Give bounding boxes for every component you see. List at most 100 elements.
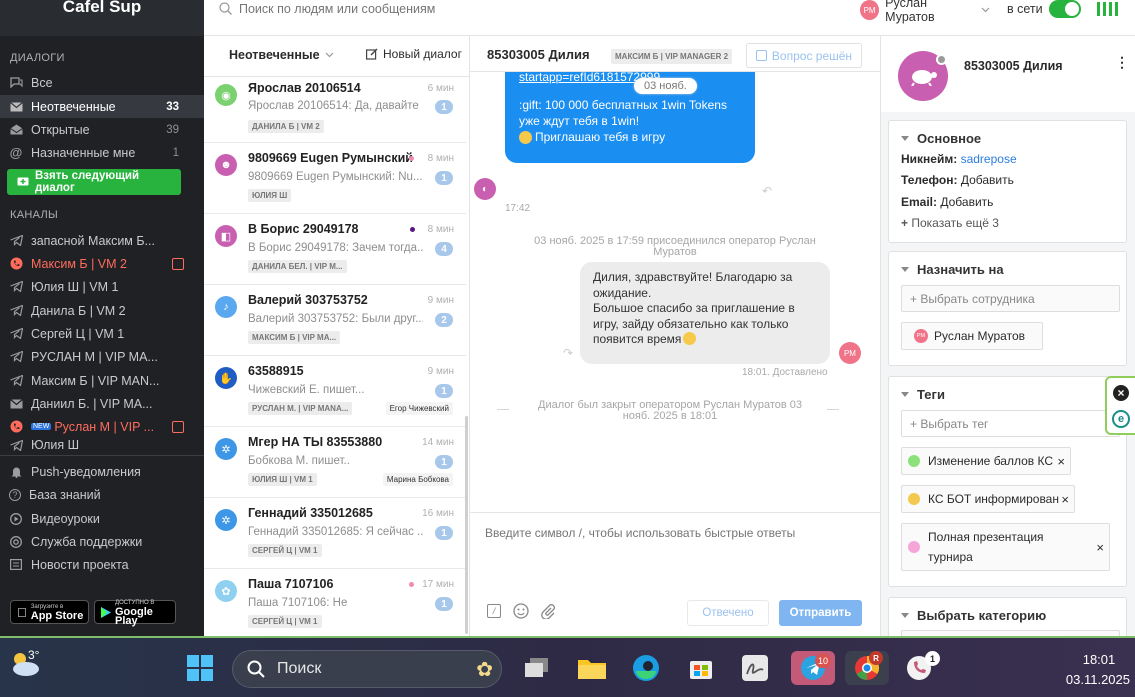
channel-item[interactable]: РУСЛАН М | VIP МА... [0, 345, 204, 368]
list-scrollbar[interactable] [465, 416, 468, 634]
dialog-item[interactable]: ✋ 63588915 9 мин Чижевский Е. пишет... 1… [204, 356, 466, 427]
store-icon[interactable] [684, 651, 718, 685]
avatar: ☻ [215, 154, 237, 176]
dialog-name: Ярослав 20106514 [248, 81, 361, 95]
dialog-item[interactable]: ◉ Ярослав 20106514 6 мин Ярослав 2010651… [204, 77, 466, 143]
channel-item[interactable]: Сергей Ц | VM 1 [0, 322, 204, 345]
nav-push[interactable]: Push-уведомления [0, 460, 204, 483]
tag-label: КС БОТ информирован [928, 492, 1059, 506]
channel-item[interactable]: Юлия Ш [0, 438, 204, 454]
phone-row: Телефон: Добавить [901, 173, 1014, 187]
start-icon[interactable] [183, 651, 217, 685]
channel-item[interactable]: Максим Б | VM 2 [0, 252, 204, 275]
avatar: ✲ [215, 438, 237, 460]
dialog-time: 8 мин [427, 224, 454, 235]
dialog-list-panel: Неотвеченные Новый диалог ◉ Ярослав 2010… [204, 36, 470, 636]
dialog-item[interactable]: ◧ В Борис 29049178 8 мин В Борис 2904917… [204, 214, 466, 285]
signature-app-icon[interactable] [738, 651, 772, 685]
close-icon[interactable]: × [1057, 454, 1065, 469]
email-row: Email: Добавить [901, 195, 993, 209]
dialog-item[interactable]: ✲ Мгер НА ТЫ 83553880 14 мин Бобкова М. … [204, 427, 466, 498]
channel-item[interactable]: NEW Руслан М | VIP ... [0, 415, 204, 438]
dot-icon [410, 227, 415, 232]
reply-icon[interactable]: ↷ [563, 346, 573, 360]
google-play-button[interactable]: ДОСТУПНО В Google Play [94, 600, 176, 626]
channel-item[interactable]: Даниил Б. | VIP МА... [0, 392, 204, 415]
tag-select[interactable]: + Выбрать тег [901, 410, 1120, 437]
dialog-item[interactable]: ✿ Паша 7107106 17 мин Паша 7107106: Не 1… [204, 569, 466, 636]
nav-unanswered[interactable]: Неотвеченные 33 [0, 95, 204, 118]
nav-videos[interactable]: Видеоуроки [0, 507, 204, 530]
nav-all[interactable]: Все [0, 71, 204, 94]
basic-title[interactable]: Основное [901, 131, 981, 146]
close-icon[interactable]: × [1113, 385, 1129, 401]
show-more-button[interactable]: + Показать ещё 3 [901, 216, 999, 230]
translate-icon[interactable]: e [1112, 410, 1130, 428]
task-view-icon[interactable] [520, 651, 554, 685]
channel-item[interactable]: Максим Б | VIP MAN... [0, 369, 204, 392]
assign-card: Назначить на + Выбрать сотрудника РМ Рус… [888, 251, 1127, 366]
dialog-name: В Борис 29049178 [248, 222, 359, 236]
dialog-item[interactable]: ✲ Геннадий 335012685 16 мин Геннадий 335… [204, 498, 466, 569]
dialog-preview: Геннадий 335012685: Я сейчас ... [248, 526, 423, 538]
clock-date[interactable]: 03.11.2025 [1040, 672, 1130, 687]
dialog-time: 14 мин [422, 437, 454, 448]
channel-label: Максим Б | VIP MAN... [31, 373, 160, 388]
dot-icon [409, 582, 414, 587]
file-explorer-icon[interactable] [575, 651, 609, 685]
system-closed: Диалог был закрыт оператором Руслан Мура… [538, 399, 802, 422]
reply-icon[interactable]: ↶ [762, 184, 772, 198]
nav-knowledge[interactable]: ? База знаний [0, 483, 204, 506]
message-link[interactable]: startapp=refId6181572999 [519, 72, 741, 85]
dialog-item[interactable]: ☻ 9809669 Eugen Румынский 8 мин 9809669 … [204, 143, 466, 214]
answered-button[interactable]: Отвечено [687, 600, 769, 626]
phone-add[interactable]: Добавить [961, 173, 1014, 187]
email-add[interactable]: Добавить [940, 195, 993, 209]
nav-news[interactable]: Новости проекта [0, 553, 204, 576]
resolve-button[interactable]: Вопрос решён [746, 43, 862, 68]
assignee-chip[interactable]: РМ Руслан Муратов [901, 322, 1043, 350]
channel-item[interactable]: Данила Б | VM 2 [0, 299, 204, 322]
send-button[interactable]: Отправить [779, 600, 862, 626]
expand-icon[interactable] [172, 420, 184, 433]
new-dialog-button[interactable]: Новый диалог [366, 47, 462, 61]
assign-select[interactable]: + Выбрать сотрудника [901, 285, 1120, 312]
app-store-button[interactable]:  Загрузите вApp Store [10, 600, 89, 624]
paperclip-icon[interactable] [540, 603, 556, 622]
online-toggle[interactable] [1049, 0, 1081, 18]
nav-open[interactable]: Открытые 39 [0, 118, 204, 141]
clock-time[interactable]: 18:01 [1069, 652, 1129, 667]
take-next-button[interactable]: Взять следующий диалог [7, 169, 181, 195]
expand-icon[interactable] [172, 257, 184, 270]
chat-header: 85303005 Дилия МАКСИМ Б | VIP MANAGER 2 … [470, 36, 880, 72]
channel-item[interactable]: запасной Максим Б... [0, 229, 204, 252]
assign-title[interactable]: Назначить на [901, 262, 1004, 277]
nav-count: 33 [166, 100, 179, 113]
appstore-label: App Store [21, 610, 84, 622]
nav-assigned[interactable]: @ Назначенные мне 1 [0, 141, 204, 164]
tag-chip: Полная презентация турнира × [901, 523, 1110, 571]
more-menu-icon[interactable]: ⋮ [1115, 55, 1129, 69]
smirk-emoji-icon [519, 130, 532, 144]
edge-icon[interactable] [629, 651, 663, 685]
category-title[interactable]: Выбрать категорию [901, 608, 1046, 623]
message-input[interactable] [485, 526, 865, 576]
channel-item[interactable]: Юлия Ш | VM 1 [0, 275, 204, 298]
close-icon[interactable]: × [1061, 492, 1069, 507]
emoji-icon[interactable] [513, 603, 529, 622]
taskbar-search[interactable]: Поиск ✿ [232, 650, 502, 688]
close-icon[interactable]: × [1096, 540, 1104, 555]
weather-widget[interactable]: 3° [8, 648, 44, 684]
nick-value[interactable]: sadrepose [961, 152, 1017, 166]
viber-badge: 1 [925, 651, 940, 666]
search-input[interactable] [239, 0, 619, 18]
channel-tag: СЕРГЕЙ Ц | VM 1 [248, 615, 322, 628]
telegram-icon [9, 327, 23, 341]
filter-dropdown[interactable]: Неотвеченные [229, 48, 334, 62]
tags-title[interactable]: Теги [901, 387, 945, 402]
toggle-knob [1065, 2, 1079, 16]
user-menu[interactable]: РМ Руслан Муратов [860, 0, 990, 24]
dialog-item[interactable]: ♪ Валерий 303753752 9 мин Валерий 303753… [204, 285, 466, 356]
quick-reply-icon[interactable]: / [487, 604, 501, 618]
nav-support[interactable]: Служба поддержки [0, 530, 204, 553]
